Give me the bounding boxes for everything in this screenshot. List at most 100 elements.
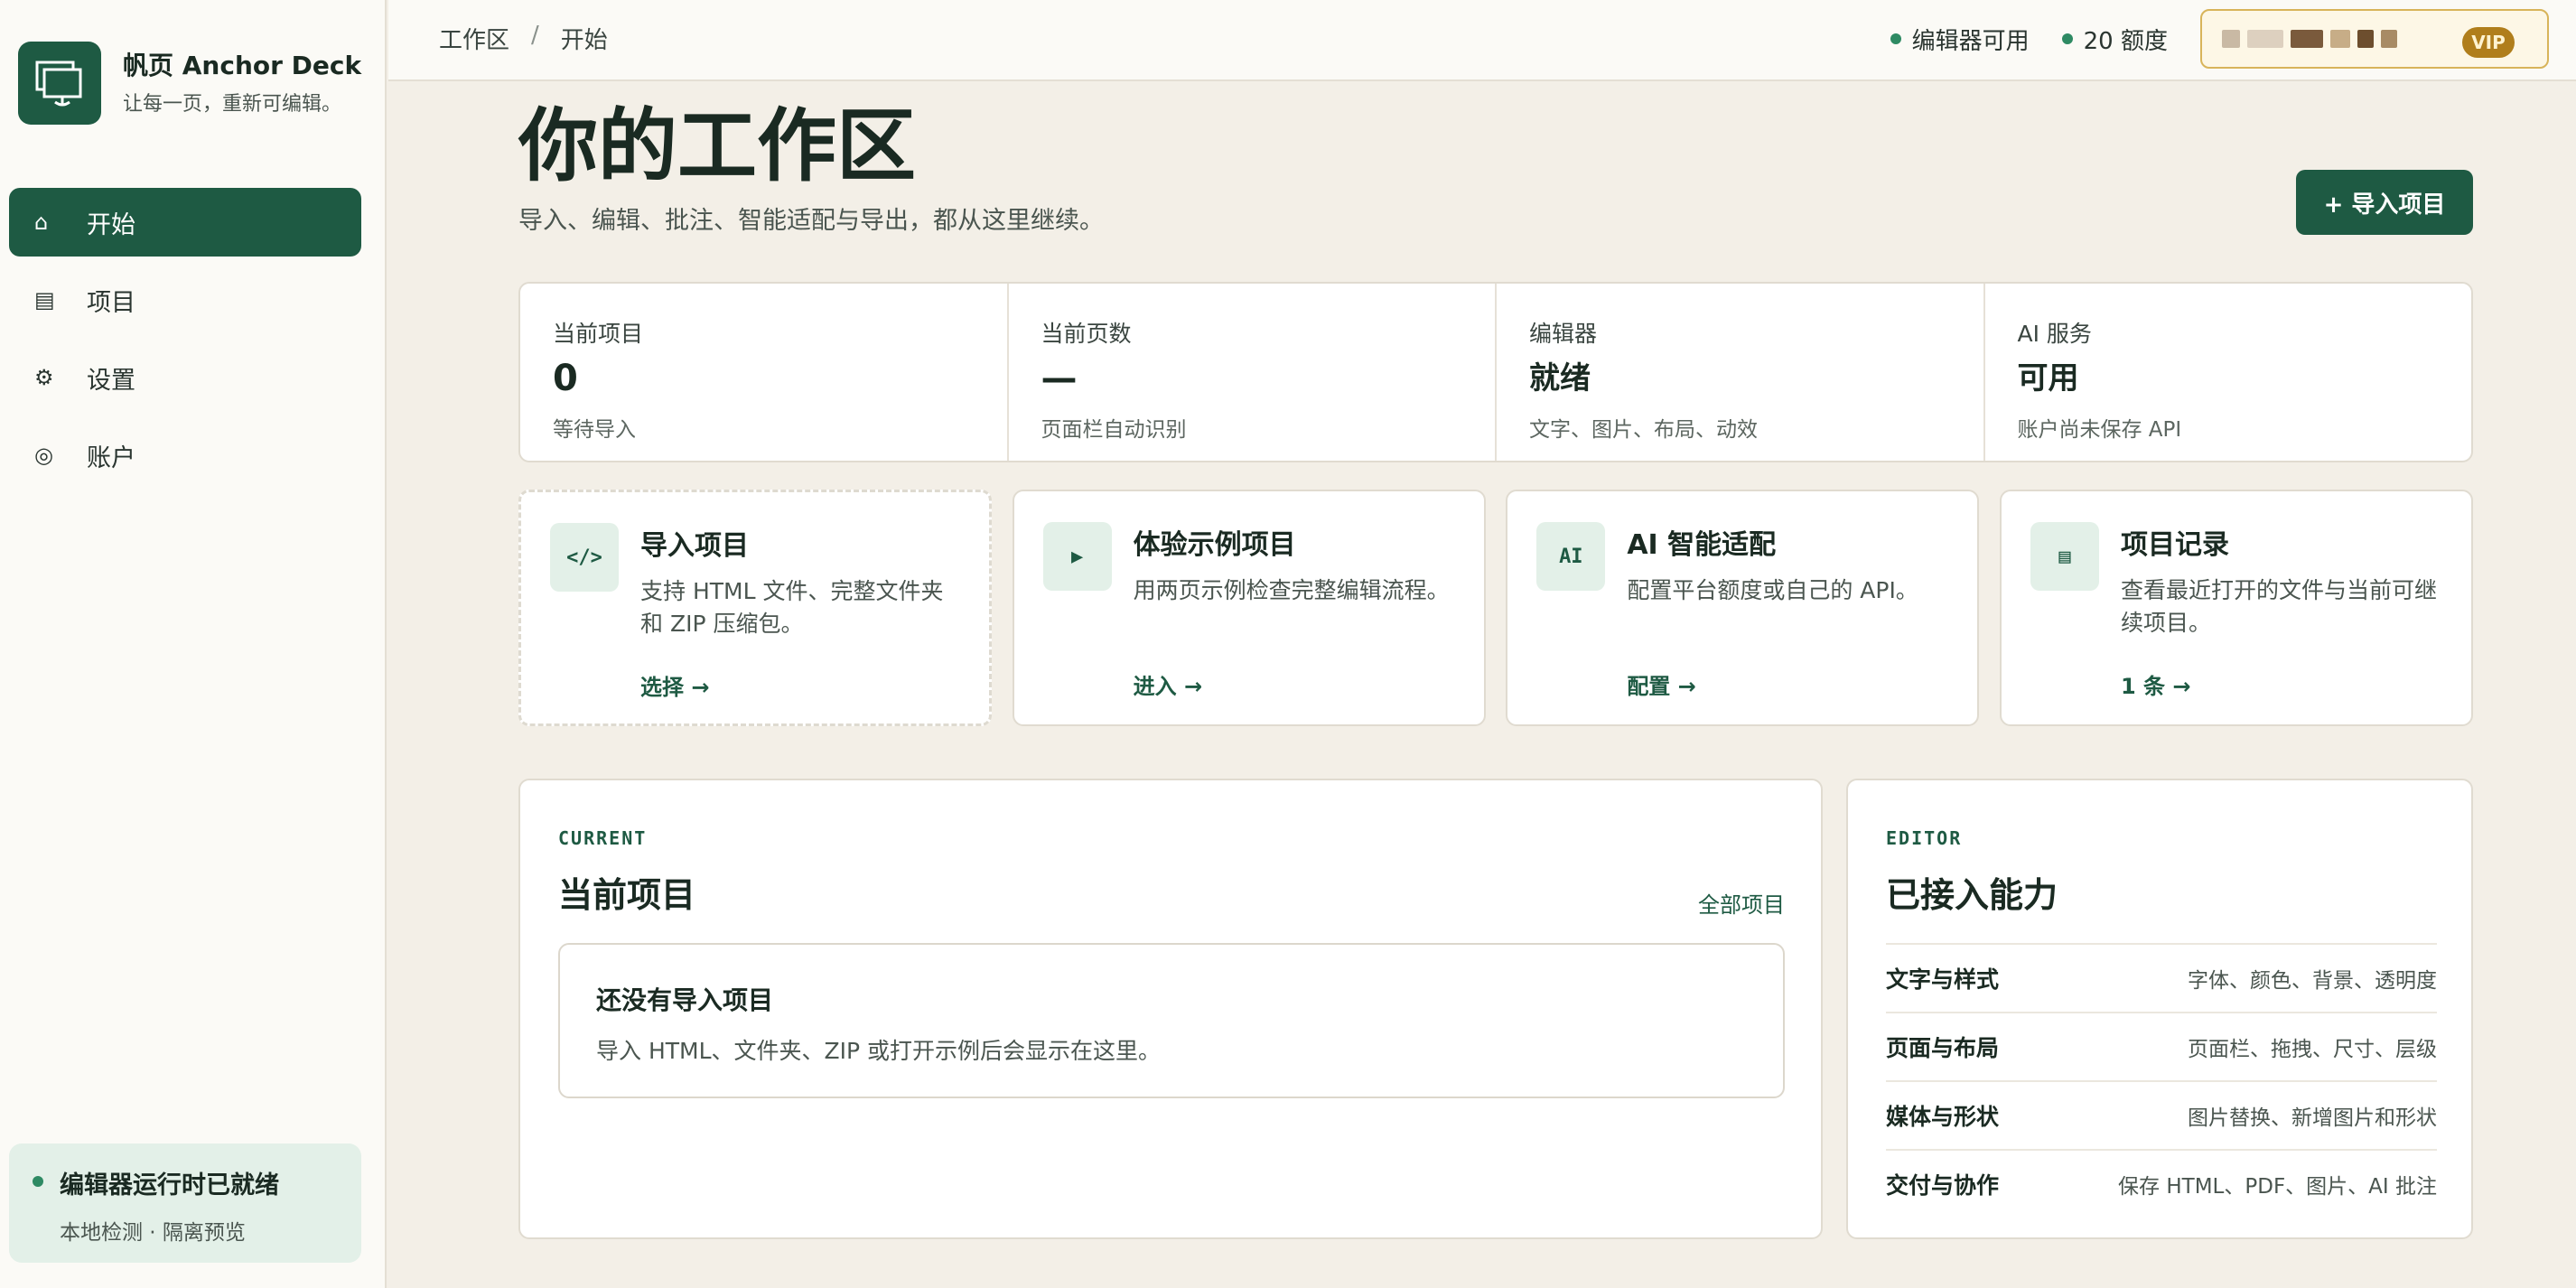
stat-value: — xyxy=(1041,358,1078,399)
redacted-block xyxy=(2222,30,2240,48)
stat-value: 可用 xyxy=(2017,360,2079,397)
redacted-block xyxy=(2247,30,2283,48)
sidebar-item-projects[interactable]: ▤ 项目 xyxy=(9,266,361,334)
runtime-status-sub: 本地检测 · 隔离预览 xyxy=(60,1221,246,1245)
sidebar-item-label: 设置 xyxy=(87,366,135,395)
stat-ai-service: AI 服务 可用 账户尚未保存 API xyxy=(1985,284,2472,461)
editor-capabilities-panel: EDITOR 已接入能力 文字与样式 字体、颜色、背景、透明度 页面与布局 页面… xyxy=(1846,779,2473,1239)
capability-row: 页面与布局 页面栏、拖拽、尺寸、层级 xyxy=(1886,1012,2437,1080)
stat-label: AI 服务 xyxy=(2017,321,2092,347)
account-box[interactable]: VIP xyxy=(2200,9,2549,69)
quick-actions: </> 导入项目 支持 HTML 文件、完整文件夹和 ZIP 压缩包。 选择 →… xyxy=(518,490,2473,728)
sidebar-item-label: 账户 xyxy=(87,443,135,472)
capability-desc: 保存 HTML、PDF、图片、AI 批注 xyxy=(2118,1175,2437,1199)
action-title: 体验示例项目 xyxy=(1133,529,1296,561)
sidebar-item-label: 开始 xyxy=(87,210,135,239)
action-desc: 查看最近打开的文件与当前可继续项目。 xyxy=(2120,577,2437,636)
action-card-import[interactable]: </> 导入项目 支持 HTML 文件、完整文件夹和 ZIP 压缩包。 选择 → xyxy=(518,490,992,726)
all-projects-link[interactable]: 全部项目 xyxy=(1698,887,1785,919)
monitor-anchor-icon xyxy=(18,42,101,125)
action-link-enter[interactable]: 进入 → xyxy=(1134,668,1202,700)
list-icon: ▤ xyxy=(34,287,55,313)
action-card-history[interactable]: ▤ 项目记录 查看最近打开的文件与当前可继续项目。 1 条 → xyxy=(1999,490,2473,726)
home-icon: ⌂ xyxy=(34,210,49,235)
action-link-history[interactable]: 1 条 → xyxy=(2121,668,2191,700)
brand-name: 帆页 Anchor Deck xyxy=(123,51,362,80)
list-icon: ▤ xyxy=(2030,522,2099,591)
action-card-ai[interactable]: AI AI 智能适配 配置平台额度或自己的 API。 配置 → xyxy=(1506,490,1980,726)
capability-list: 文字与样式 字体、颜色、背景、透明度 页面与布局 页面栏、拖拽、尺寸、层级 媒体… xyxy=(1886,943,2437,1218)
redacted-block xyxy=(2330,30,2350,48)
page-title: 你的工作区 xyxy=(518,99,917,192)
editor-status-pill: 编辑器可用 xyxy=(1890,23,2030,56)
gear-icon: ⚙ xyxy=(34,365,54,390)
stat-label: 当前项目 xyxy=(553,321,644,347)
current-project-panel: CURRENT 当前项目 全部项目 还没有导入项目 导入 HTML、文件夹、ZI… xyxy=(518,779,1823,1239)
runtime-status-title: 编辑器运行时已就绪 xyxy=(60,1171,279,1199)
stat-label: 编辑器 xyxy=(1529,321,1598,347)
capability-name: 交付与协作 xyxy=(1886,1172,2000,1199)
stat-value: 0 xyxy=(553,358,578,399)
action-title: 项目记录 xyxy=(2120,529,2229,561)
stat-note: 页面栏自动识别 xyxy=(1041,418,1187,442)
stat-editor: 编辑器 就绪 文字、图片、布局、动效 xyxy=(1497,284,1985,461)
runtime-status-card: 编辑器运行时已就绪 本地检测 · 隔离预览 xyxy=(9,1143,361,1263)
brand[interactable]: 帆页 Anchor Deck 让每一页，重新可编辑。 xyxy=(18,42,361,125)
action-title: AI 智能适配 xyxy=(1627,529,1777,561)
import-project-button[interactable]: + 导入项目 xyxy=(2296,170,2473,235)
stat-label: 当前页数 xyxy=(1041,321,1132,347)
action-desc: 配置平台额度或自己的 API。 xyxy=(1627,577,1918,603)
redacted-block xyxy=(2291,30,2323,48)
redacted-block xyxy=(2381,30,2397,48)
capability-name: 页面与布局 xyxy=(1886,1035,2000,1061)
action-link-select[interactable]: 选择 → xyxy=(640,669,709,701)
status-dot xyxy=(1890,33,1901,44)
action-card-demo[interactable]: ▶ 体验示例项目 用两页示例检查完整编辑流程。 进入 → xyxy=(1012,490,1486,726)
stat-note: 等待导入 xyxy=(553,418,636,442)
credits-text: 20 额度 xyxy=(2083,27,2168,55)
capability-row: 交付与协作 保存 HTML、PDF、图片、AI 批注 xyxy=(1886,1149,2437,1218)
ai-icon: AI xyxy=(1536,522,1606,591)
breadcrumb-separator: / xyxy=(531,22,539,49)
redacted-block xyxy=(2357,30,2374,48)
capability-row: 媒体与形状 图片替换、新增图片和形状 xyxy=(1886,1080,2437,1149)
breadcrumb-workspace[interactable]: 工作区 xyxy=(439,22,509,55)
stat-note: 账户尚未保存 API xyxy=(2017,418,2182,442)
action-link-configure[interactable]: 配置 → xyxy=(1627,668,1695,700)
account-icon: ◎ xyxy=(34,443,53,468)
action-desc: 支持 HTML 文件、完整文件夹和 ZIP 压缩包。 xyxy=(640,578,944,637)
stat-value: 就绪 xyxy=(1529,360,1591,397)
sidebar-item-account[interactable]: ◎ 账户 xyxy=(9,421,361,490)
capability-name: 媒体与形状 xyxy=(1886,1104,2000,1130)
sidebar-item-settings[interactable]: ⚙ 设置 xyxy=(9,343,361,412)
empty-state-sub: 导入 HTML、文件夹、ZIP 或打开示例后会显示在这里。 xyxy=(596,1038,1162,1064)
capability-desc: 页面栏、拖拽、尺寸、层级 xyxy=(2188,1038,2437,1061)
stat-current-project: 当前项目 0 等待导入 xyxy=(520,284,1009,461)
play-icon: ▶ xyxy=(1042,522,1112,591)
panel-eyebrow: CURRENT xyxy=(558,827,648,849)
breadcrumb-start: 开始 xyxy=(560,27,608,54)
action-title: 导入项目 xyxy=(640,530,749,562)
status-dot xyxy=(2061,33,2073,44)
empty-state: 还没有导入项目 导入 HTML、文件夹、ZIP 或打开示例后会显示在这里。 xyxy=(558,943,1785,1098)
brand-tagline: 让每一页，重新可编辑。 xyxy=(123,93,342,116)
panel-title: 已接入能力 xyxy=(1886,875,2058,915)
sidebar-item-start[interactable]: ⌂ 开始 xyxy=(9,188,361,257)
action-desc: 用两页示例检查完整编辑流程。 xyxy=(1133,577,1450,603)
capability-row: 文字与样式 字体、颜色、背景、透明度 xyxy=(1886,943,2437,1012)
breadcrumb: 工作区 / 开始 xyxy=(439,22,608,55)
sidebar: 帆页 Anchor Deck 让每一页，重新可编辑。 ⌂ 开始 ▤ 项目 ⚙ 设… xyxy=(0,0,387,1288)
credits-pill[interactable]: 20 额度 xyxy=(2061,23,2168,56)
stat-page-count: 当前页数 — 页面栏自动识别 xyxy=(1009,284,1497,461)
stat-note: 文字、图片、布局、动效 xyxy=(1529,418,1758,442)
vip-badge: VIP xyxy=(2462,27,2515,58)
editor-status-text: 编辑器可用 xyxy=(1911,27,2030,55)
sidebar-item-label: 项目 xyxy=(87,288,135,317)
capability-desc: 图片替换、新增图片和形状 xyxy=(2188,1106,2437,1130)
capability-name: 文字与样式 xyxy=(1886,966,2000,993)
stats-row: 当前项目 0 等待导入 当前页数 — 页面栏自动识别 编辑器 就绪 文字、图片、… xyxy=(518,282,2473,462)
page-subtitle: 导入、编辑、批注、智能适配与导出，都从这里继续。 xyxy=(518,207,1104,235)
panel-title: 当前项目 xyxy=(558,875,696,915)
topbar: 工作区 / 开始 编辑器可用 20 额度 VIP xyxy=(388,0,2576,81)
code-icon: </> xyxy=(550,523,619,592)
